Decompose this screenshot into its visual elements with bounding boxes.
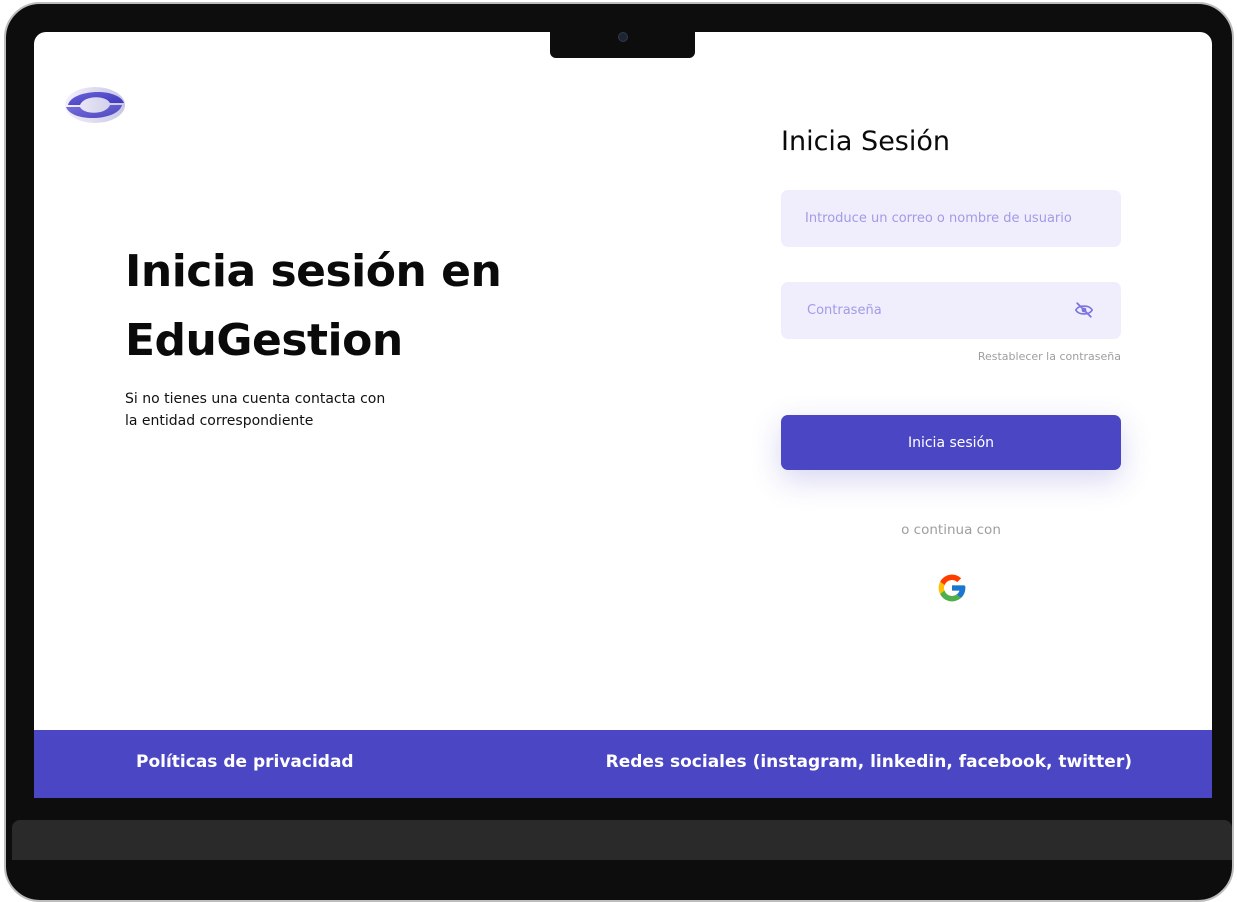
brand-logo-icon[interactable] bbox=[64, 85, 126, 125]
hero-title-line2: EduGestion bbox=[125, 315, 403, 366]
social-links[interactable]: Redes sociales (instagram, linkedin, fac… bbox=[606, 752, 1132, 772]
camera-notch bbox=[550, 32, 695, 58]
footer: Políticas de privacidad Redes sociales (… bbox=[34, 730, 1212, 798]
privacy-policy-link[interactable]: Políticas de privacidad bbox=[136, 752, 354, 772]
hero-subtitle: Si no tienes una cuenta contacta con la … bbox=[125, 388, 425, 432]
eye-off-icon[interactable] bbox=[1075, 302, 1093, 318]
google-icon[interactable] bbox=[936, 572, 968, 604]
login-button[interactable]: Inicia sesión bbox=[781, 415, 1121, 470]
camera-icon bbox=[618, 32, 628, 42]
hero-subtitle-line1: Si no tienes una cuenta contacta con bbox=[125, 391, 386, 407]
login-page: Inicia sesión en EduGestion Si no tienes… bbox=[34, 32, 1212, 798]
form-title: Inicia Sesión bbox=[781, 126, 951, 157]
or-continue-label: o continua con bbox=[901, 522, 1001, 538]
password-placeholder: Contraseña bbox=[807, 303, 882, 318]
username-placeholder: Introduce un correo o nombre de usuario bbox=[805, 211, 1072, 226]
reset-password-link[interactable]: Restablecer la contraseña bbox=[934, 350, 1121, 363]
laptop-base bbox=[12, 820, 1232, 860]
hero-title: Inicia sesión en EduGestion bbox=[125, 237, 595, 375]
password-input[interactable]: Contraseña bbox=[781, 282, 1121, 339]
username-input[interactable]: Introduce un correo o nombre de usuario bbox=[781, 190, 1121, 247]
hero-title-line1: Inicia sesión en bbox=[125, 246, 502, 297]
hero-subtitle-line2: la entidad correspondiente bbox=[125, 413, 314, 429]
